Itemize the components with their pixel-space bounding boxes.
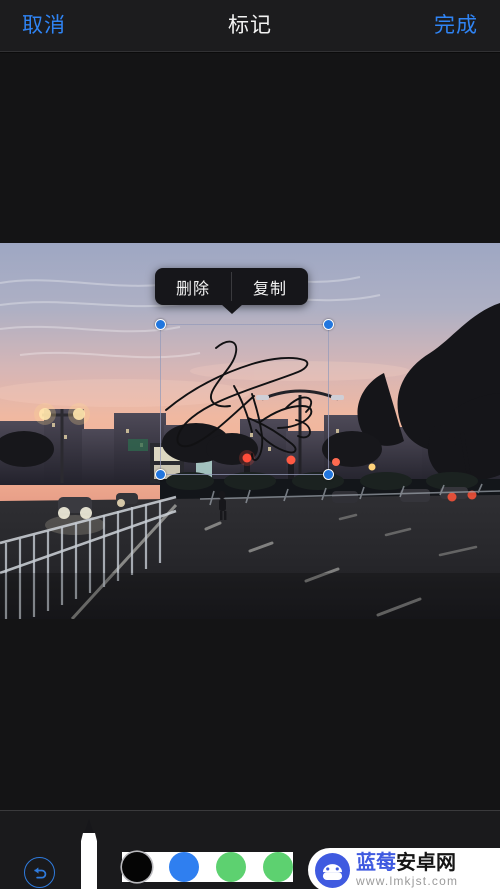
cancel-button[interactable]: 取消 bbox=[22, 15, 66, 36]
watermark-url: www.lmkjst.com bbox=[356, 874, 459, 888]
top-navigation-bar: 取消 标记 完成 bbox=[0, 0, 500, 52]
undo-icon bbox=[34, 867, 47, 879]
color-swatch-blue[interactable] bbox=[216, 852, 246, 882]
pen-tool[interactable] bbox=[72, 817, 106, 889]
color-swatch-white[interactable] bbox=[122, 852, 152, 882]
menu-item-copy[interactable]: 复制 bbox=[232, 268, 308, 305]
color-swatch-green[interactable] bbox=[263, 852, 293, 882]
resize-handle-top-left[interactable] bbox=[155, 319, 166, 330]
android-robot-logo-icon bbox=[315, 852, 350, 888]
watermark-text: 蓝莓安卓网 www.lmkjst.com bbox=[356, 853, 458, 887]
markup-canvas[interactable]: 删除 复制 bbox=[0, 53, 500, 810]
markup-toolbar: 蓝莓安卓网 www.lmkjst.com bbox=[0, 810, 500, 889]
watermark-brand-secondary: 安卓网 bbox=[396, 852, 456, 874]
page-title: 标记 bbox=[228, 14, 272, 37]
site-watermark: 蓝莓安卓网 www.lmkjst.com bbox=[308, 848, 500, 889]
color-swatch-black[interactable] bbox=[169, 852, 199, 882]
watermark-brand-primary: 蓝莓 bbox=[356, 852, 396, 874]
resize-handle-bottom-left[interactable] bbox=[155, 469, 166, 480]
selection-box[interactable] bbox=[155, 319, 334, 480]
menu-pointer-arrow bbox=[220, 304, 243, 314]
markup-screen: 取消 标记 完成 删除 复制 蓝莓安卓网 www.lmkjst.com bbox=[0, 0, 500, 889]
pen-icon bbox=[81, 819, 97, 889]
resize-handle-bottom-right[interactable] bbox=[323, 469, 334, 480]
done-button[interactable]: 完成 bbox=[434, 15, 478, 36]
menu-item-delete[interactable]: 删除 bbox=[155, 268, 231, 305]
undo-button[interactable] bbox=[24, 857, 55, 888]
context-menu: 删除 复制 bbox=[155, 268, 308, 314]
color-swatch-list bbox=[122, 852, 293, 882]
resize-handle-top-right[interactable] bbox=[323, 319, 334, 330]
